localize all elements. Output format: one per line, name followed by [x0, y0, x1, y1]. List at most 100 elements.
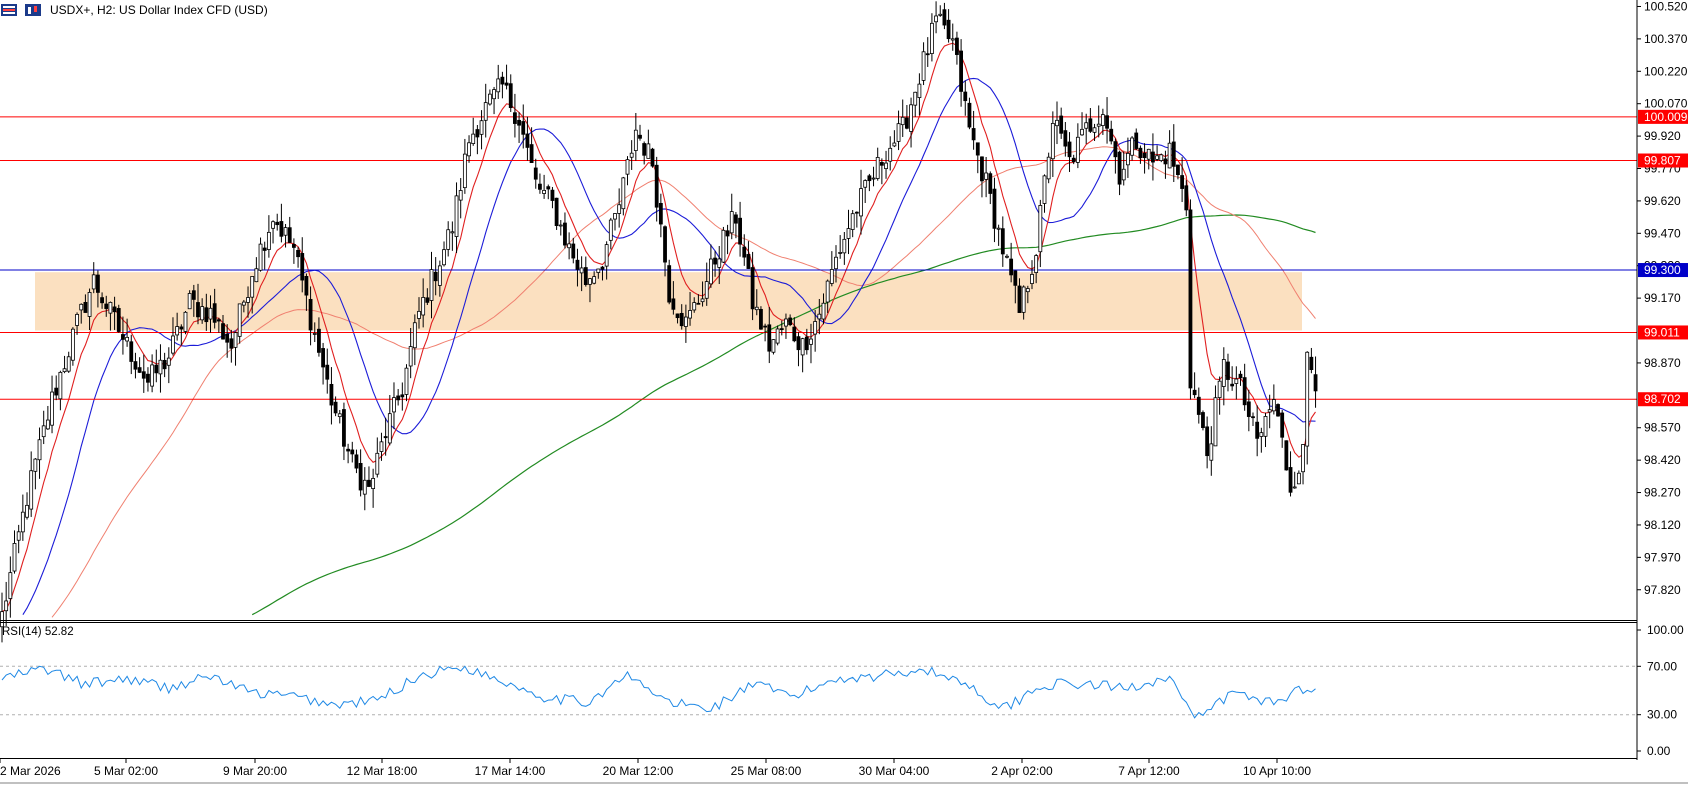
candle: [934, 15, 938, 23]
candle: [667, 265, 672, 303]
y-tick-label: 99.470: [1644, 226, 1681, 240]
candle: [1000, 228, 1005, 255]
candle: [1088, 118, 1093, 132]
candle: [513, 112, 517, 124]
candle: [337, 413, 342, 418]
candle: [79, 303, 84, 311]
candle: [1009, 258, 1014, 276]
candle: [500, 76, 505, 85]
candle: [713, 257, 717, 265]
candle: [1292, 486, 1297, 489]
candle: [1046, 156, 1051, 180]
x-tick-label: 25 Mar 08:00: [731, 764, 802, 778]
candle: [738, 217, 742, 245]
candle: [1226, 361, 1230, 380]
y-tick-label: 99.920: [1644, 129, 1681, 143]
y-tick-label: 100.370: [1644, 32, 1688, 46]
candle: [1217, 380, 1222, 398]
candle: [37, 439, 42, 461]
candle: [558, 224, 563, 227]
candle: [433, 271, 438, 282]
candle: [1063, 130, 1068, 147]
candle: [1184, 185, 1189, 211]
candle: [1205, 426, 1210, 457]
candle: [1017, 285, 1022, 313]
y-tick-label: 97.820: [1644, 583, 1681, 597]
candle: [1192, 389, 1197, 396]
y-tick-label: 98.570: [1644, 421, 1681, 435]
candle: [283, 227, 288, 236]
candle: [25, 504, 29, 518]
candle: [750, 267, 755, 310]
y-tick-label: 100.220: [1644, 64, 1688, 78]
candle: [1155, 155, 1159, 160]
candle: [312, 333, 317, 335]
candle: [54, 387, 59, 396]
candle: [342, 409, 346, 447]
candle: [383, 436, 388, 439]
candle: [50, 391, 54, 426]
candle: [450, 231, 455, 234]
candle: [729, 211, 734, 234]
candle: [471, 133, 476, 145]
y-tick-label: 98.420: [1644, 453, 1681, 467]
candle: [162, 359, 167, 370]
candle: [1146, 148, 1151, 160]
x-tick-label: 30 Mar 04:00: [859, 764, 930, 778]
candle: [1117, 151, 1122, 185]
candle: [8, 572, 13, 599]
candle: [1284, 440, 1289, 471]
candle: [696, 302, 701, 305]
candle: [600, 266, 605, 270]
candle: [1030, 273, 1034, 284]
candle: [325, 364, 330, 380]
candle: [1251, 416, 1255, 419]
rsi-tick-label: 70.00: [1647, 659, 1677, 673]
candle: [992, 188, 997, 229]
candle: [1305, 351, 1310, 447]
candle: [275, 221, 280, 226]
candle: [1021, 286, 1026, 313]
candle: [408, 346, 413, 367]
candle: [967, 102, 972, 128]
candle: [633, 129, 638, 151]
candle: [942, 9, 947, 26]
candle: [775, 328, 780, 344]
candle: [58, 371, 63, 400]
candle: [404, 367, 409, 395]
candle: [825, 280, 830, 303]
candle: [938, 13, 943, 16]
candle: [588, 278, 592, 285]
candle: [183, 311, 188, 332]
candle: [45, 419, 50, 430]
y-tick-label: 97.970: [1644, 550, 1681, 564]
candle: [1013, 270, 1018, 286]
candle: [96, 274, 100, 293]
candle: [955, 37, 959, 55]
candle: [875, 157, 880, 179]
candle: [658, 202, 663, 225]
candle: [1234, 378, 1239, 384]
candle: [546, 186, 551, 190]
candle: [487, 93, 492, 105]
candle: [1288, 467, 1293, 493]
candle: [200, 306, 205, 321]
candle: [1196, 396, 1201, 415]
candle: [1055, 119, 1059, 127]
candle: [287, 227, 292, 243]
candle: [371, 478, 376, 489]
level-price-label: 99.011: [1644, 325, 1680, 339]
candle: [567, 243, 572, 249]
y-tick-label: 99.170: [1644, 291, 1681, 305]
candle: [996, 227, 1001, 230]
candle: [1075, 136, 1080, 163]
candle: [1296, 472, 1301, 485]
candle: [1151, 151, 1155, 163]
candle: [133, 361, 138, 370]
candle: [850, 213, 855, 230]
candle: [108, 301, 113, 314]
candle: [1096, 123, 1101, 127]
y-tick-label: 100.070: [1644, 97, 1688, 111]
candle: [1301, 444, 1305, 473]
candle: [1126, 152, 1130, 166]
